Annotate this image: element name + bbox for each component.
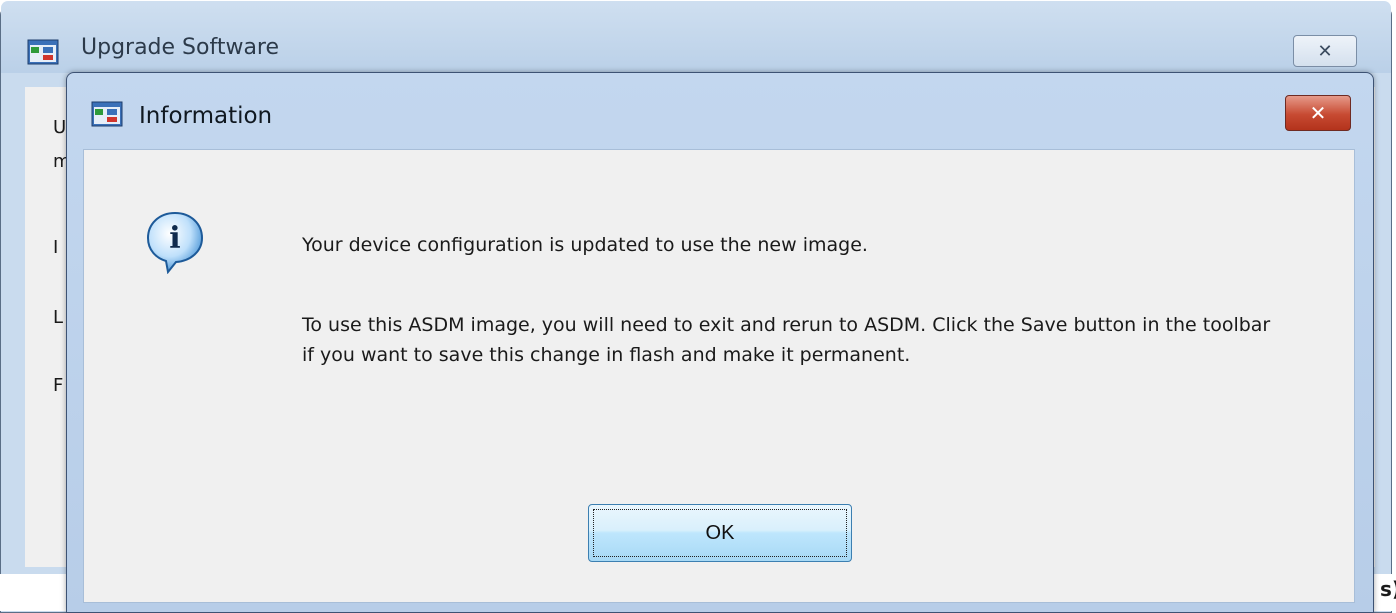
close-icon: ✕ (1317, 40, 1333, 62)
partial-text: L (53, 307, 64, 328)
information-dialog: Information ✕ i Your device configuratio… (66, 72, 1374, 613)
info-icon: i (146, 211, 204, 274)
partial-text: U (53, 117, 67, 138)
dialog-title: Information (139, 103, 273, 129)
svg-text:i: i (169, 221, 180, 256)
app-icon (91, 101, 123, 127)
upgrade-software-title: Upgrade Software (81, 35, 280, 60)
dialog-close-button[interactable]: ✕ (1285, 95, 1351, 131)
partial-text: I (53, 237, 59, 258)
ok-button[interactable]: OK (588, 504, 852, 562)
focus-ring (593, 509, 847, 557)
dialog-body: i Your device configuration is updated t… (83, 149, 1355, 603)
upgrade-software-titlebar: Upgrade Software ✕ (1, 1, 1391, 73)
app-icon (27, 39, 59, 65)
upgrade-software-close-button[interactable]: ✕ (1293, 35, 1357, 67)
partial-edge-text: s) (1380, 577, 1396, 601)
partial-text: F (53, 375, 64, 396)
message-line-2: To use this ASDM image, you will need to… (302, 314, 1271, 366)
message-line-1: Your device configuration is updated to … (302, 234, 868, 256)
close-icon: ✕ (1309, 101, 1327, 125)
